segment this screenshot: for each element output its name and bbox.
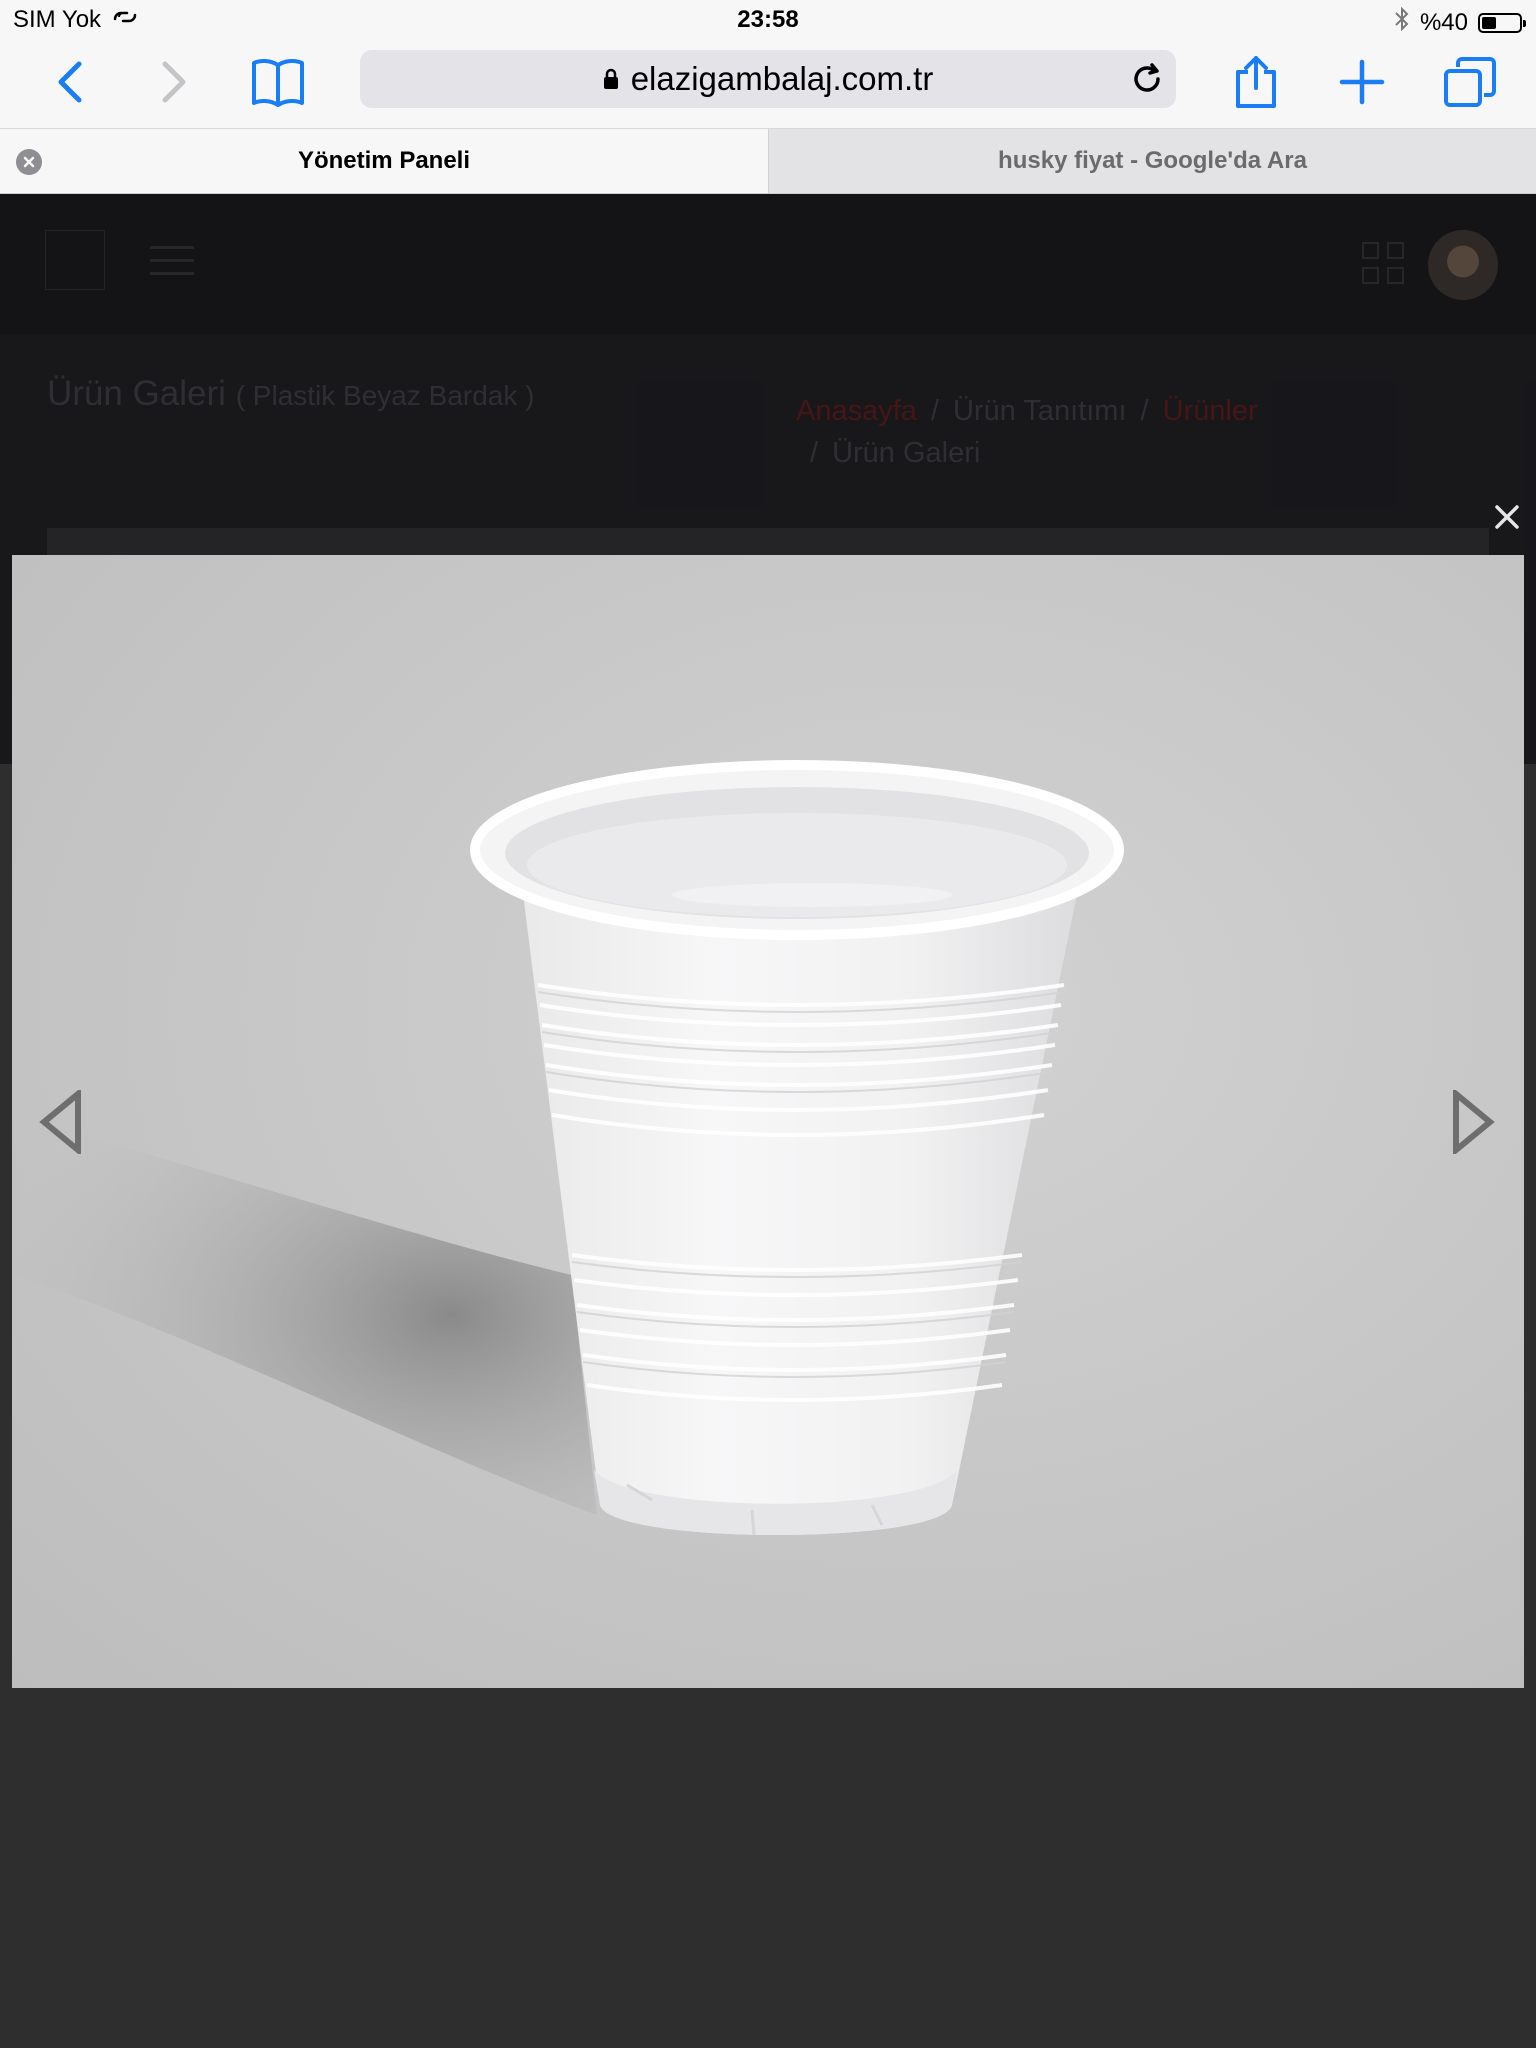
clock: 23:58 bbox=[737, 6, 799, 33]
status-right: %40 bbox=[1394, 6, 1526, 39]
address-bar-content: elazigambalaj.com.tr bbox=[360, 50, 1176, 108]
address-bar[interactable]: elazigambalaj.com.tr bbox=[360, 50, 1176, 108]
battery-fill bbox=[1482, 16, 1496, 29]
forward-button[interactable] bbox=[142, 50, 206, 114]
bluetooth-icon bbox=[1394, 6, 1410, 39]
close-tab-icon[interactable] bbox=[16, 149, 42, 175]
back-icon bbox=[58, 61, 82, 103]
forward-icon bbox=[162, 61, 186, 103]
reload-icon[interactable] bbox=[1130, 62, 1164, 96]
tab-label: Yönetim Paneli bbox=[297, 147, 471, 174]
tabs-icon bbox=[1444, 57, 1496, 107]
prev-arrow-icon[interactable] bbox=[38, 1090, 86, 1154]
next-arrow-icon[interactable] bbox=[1448, 1090, 1496, 1154]
url-text: elazigambalaj.com.tr bbox=[630, 60, 934, 97]
battery-percent: %40 bbox=[1419, 8, 1468, 36]
close-icon[interactable] bbox=[1490, 500, 1524, 534]
back-button[interactable] bbox=[38, 50, 102, 114]
battery-icon bbox=[1478, 12, 1526, 33]
new-tab-icon bbox=[1339, 59, 1385, 105]
cup-photo bbox=[12, 760, 1124, 1536]
new-tab-button[interactable] bbox=[1330, 50, 1394, 114]
tab-strip: Yönetim Paneli husky fiyat - Google'da A… bbox=[0, 128, 1536, 194]
browser-toolbar: elazigambalaj.com.tr bbox=[0, 40, 1536, 128]
share-icon bbox=[1236, 56, 1276, 108]
lock-icon bbox=[603, 68, 618, 89]
gallery-image-white-plastic-cup bbox=[12, 555, 1524, 1688]
share-button[interactable] bbox=[1224, 50, 1288, 114]
tab-label: husky fiyat - Google'da Ara bbox=[998, 147, 1307, 174]
bookmarks-button[interactable] bbox=[246, 50, 310, 114]
status-bar: SIM Yok 23:58 %40 bbox=[0, 0, 1536, 40]
tab-husky-fiyat[interactable]: husky fiyat - Google'da Ara bbox=[768, 129, 1536, 193]
tab-yonetim-paneli[interactable]: Yönetim Paneli bbox=[0, 129, 768, 193]
bookmarks-icon bbox=[252, 58, 304, 107]
tabs-overview-button[interactable] bbox=[1438, 50, 1502, 114]
